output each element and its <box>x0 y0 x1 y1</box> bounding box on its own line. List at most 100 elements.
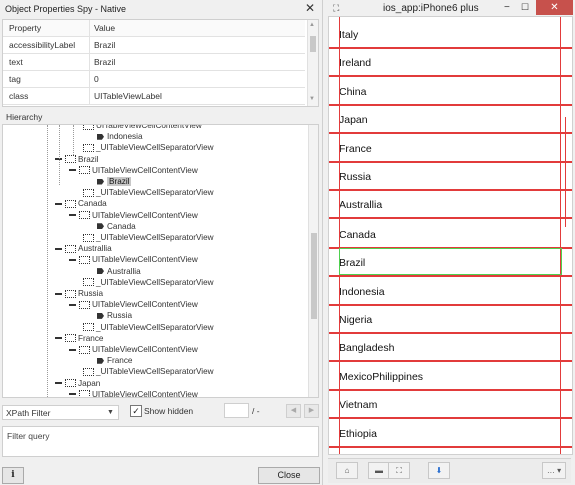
tree-node[interactable]: Australlia <box>97 266 141 277</box>
country-cell[interactable]: Ireland <box>329 49 572 78</box>
country-cell[interactable]: Nigeria <box>329 306 572 334</box>
tree-node[interactable]: Australlia <box>55 243 112 254</box>
country-label: China <box>339 85 367 98</box>
hierarchy-label: Hierarchy <box>6 112 43 122</box>
tree-node[interactable]: France <box>97 355 132 366</box>
tree-node[interactable]: _UITableViewCellSeparatorView <box>83 187 214 198</box>
view-icon <box>79 211 90 220</box>
show-hidden-checkbox[interactable]: ✓ <box>130 405 142 417</box>
collapse-icon[interactable] <box>69 169 76 172</box>
minimize-icon[interactable]: − <box>504 2 510 13</box>
country-label: Russia <box>339 171 372 183</box>
tree-node-label: UITableViewCellContentView <box>92 165 198 175</box>
tree-node[interactable]: UITableViewCellContentView <box>69 165 198 176</box>
country-cell[interactable]: Russia <box>329 163 572 191</box>
tree-node-label: _UITableViewCellSeparatorView <box>96 188 214 198</box>
hierarchy-tree: UITableViewCellContentView Indonesia _UITa… <box>2 124 319 398</box>
collapse-icon[interactable] <box>69 258 76 261</box>
tree-node[interactable]: _UITableViewCellSeparatorView <box>83 277 214 288</box>
country-label: Ethiopia <box>339 427 377 440</box>
cell-separator <box>329 445 572 448</box>
view-icon <box>83 323 94 332</box>
country-label: Australlia <box>339 199 383 212</box>
tree-node[interactable]: UITableViewCellContentView <box>69 210 198 221</box>
table-row[interactable]: class UITableViewLabel <box>3 88 305 105</box>
tree-node[interactable]: Russia <box>55 288 103 299</box>
country-cell[interactable]: Vietnam <box>329 391 572 420</box>
country-cell[interactable]: France <box>329 135 572 163</box>
country-cell[interactable]: China <box>329 78 572 106</box>
download-icon[interactable]: ⬇ <box>428 462 450 479</box>
page-number-input[interactable] <box>224 403 249 418</box>
close-icon[interactable]: ✕ <box>305 1 315 15</box>
tree-node[interactable]: Brazil <box>97 176 132 187</box>
tree-node[interactable]: _UITableViewCellSeparatorView <box>83 366 214 377</box>
country-cell[interactable]: Ethiopia <box>329 420 572 448</box>
tree-node[interactable]: UITableViewCellContentView <box>69 254 198 265</box>
view-icon <box>79 345 90 354</box>
tree-node[interactable]: Russia <box>97 310 132 321</box>
home-icon[interactable]: ⌂ <box>336 462 358 479</box>
property-value: Brazil <box>94 57 116 67</box>
country-label: Canada <box>339 228 376 241</box>
country-cell[interactable]: Bangladesh <box>329 334 572 363</box>
collapse-icon[interactable] <box>55 247 62 250</box>
country-cell[interactable]: Italy <box>329 21 572 49</box>
collapse-icon[interactable] <box>69 214 76 217</box>
tree-node[interactable]: UITableViewCellContentView <box>69 299 198 310</box>
tree-node[interactable]: _UITableViewCellSeparatorView <box>83 322 214 333</box>
collapse-icon[interactable] <box>55 337 62 340</box>
table-row[interactable]: tag 0 <box>3 71 305 88</box>
table-row[interactable]: accessibilityLabel Brazil <box>3 37 305 54</box>
device-scroll-indicator <box>565 117 566 227</box>
tree-node[interactable]: Brazil <box>55 154 98 165</box>
inspect-icon[interactable]: ⛶ <box>388 462 410 479</box>
tree-node-label: UITableViewCellContentView <box>92 210 198 220</box>
hierarchy-scrollbar[interactable] <box>308 125 318 397</box>
country-cell[interactable]: Japan <box>329 106 572 135</box>
property-key: tag <box>9 74 21 84</box>
country-cell[interactable]: Australlia <box>329 191 572 220</box>
tree-node[interactable]: Indonesia <box>97 131 143 142</box>
xpath-filter-select[interactable]: XPath Filter ▼ <box>2 405 119 420</box>
tree-node[interactable]: UITableViewCellContentView <box>69 389 198 397</box>
country-cell[interactable]: MexicoPhilippines <box>329 363 572 391</box>
tree-node[interactable]: _UITableViewCellSeparatorView <box>83 232 214 243</box>
collapse-icon[interactable] <box>69 348 76 351</box>
tree-node[interactable]: UITableViewCellContentView <box>83 125 202 131</box>
view-icon <box>65 155 76 164</box>
xpath-filter-value: XPath Filter <box>6 408 51 418</box>
collapse-icon[interactable] <box>55 382 62 385</box>
more-options-button[interactable]: … ▾ <box>542 462 566 479</box>
filter-query-input[interactable]: Filter query <box>2 426 319 457</box>
screenshot-icon[interactable]: ▬ <box>368 462 390 479</box>
previous-page-button[interactable]: ◀ <box>286 404 301 418</box>
close-button[interactable]: Close <box>258 467 320 484</box>
tree-node[interactable]: Canada <box>97 221 136 232</box>
selected-element-highlight <box>339 248 562 275</box>
properties-header: Property Value <box>3 20 305 37</box>
info-button[interactable]: i <box>2 467 24 484</box>
table-row[interactable]: text Brazil <box>3 54 305 71</box>
collapse-icon[interactable] <box>69 393 76 396</box>
maximize-icon[interactable]: ☐ <box>521 2 529 13</box>
tree-node[interactable]: UITableViewCellContentView <box>69 344 198 355</box>
tree-node-label: UITableViewCellContentView <box>92 300 198 310</box>
tree-node-label: Canada <box>107 221 136 231</box>
tree-node[interactable]: France <box>55 333 103 344</box>
tree-node[interactable]: _UITableViewCellSeparatorView <box>83 142 214 153</box>
collapse-icon[interactable] <box>69 303 76 306</box>
country-cell[interactable]: Indonesia <box>329 278 572 306</box>
country-cell[interactable]: Canada <box>329 221 572 249</box>
window-close-button[interactable]: ✕ <box>536 0 573 15</box>
show-hidden-label: Show hidden <box>144 406 194 416</box>
collapse-icon[interactable] <box>55 202 62 205</box>
property-key: accessibilityLabel <box>9 40 76 50</box>
view-icon <box>65 334 76 343</box>
next-page-button[interactable]: ▶ <box>304 404 319 418</box>
object-properties-spy-panel: Object Properties Spy - Native ✕ Propert… <box>0 0 323 485</box>
properties-scrollbar[interactable]: ▲ ▼ <box>307 20 318 106</box>
collapse-icon[interactable] <box>55 292 62 295</box>
tree-node[interactable]: Canada <box>55 198 107 209</box>
tree-node[interactable]: Japan <box>55 378 100 389</box>
